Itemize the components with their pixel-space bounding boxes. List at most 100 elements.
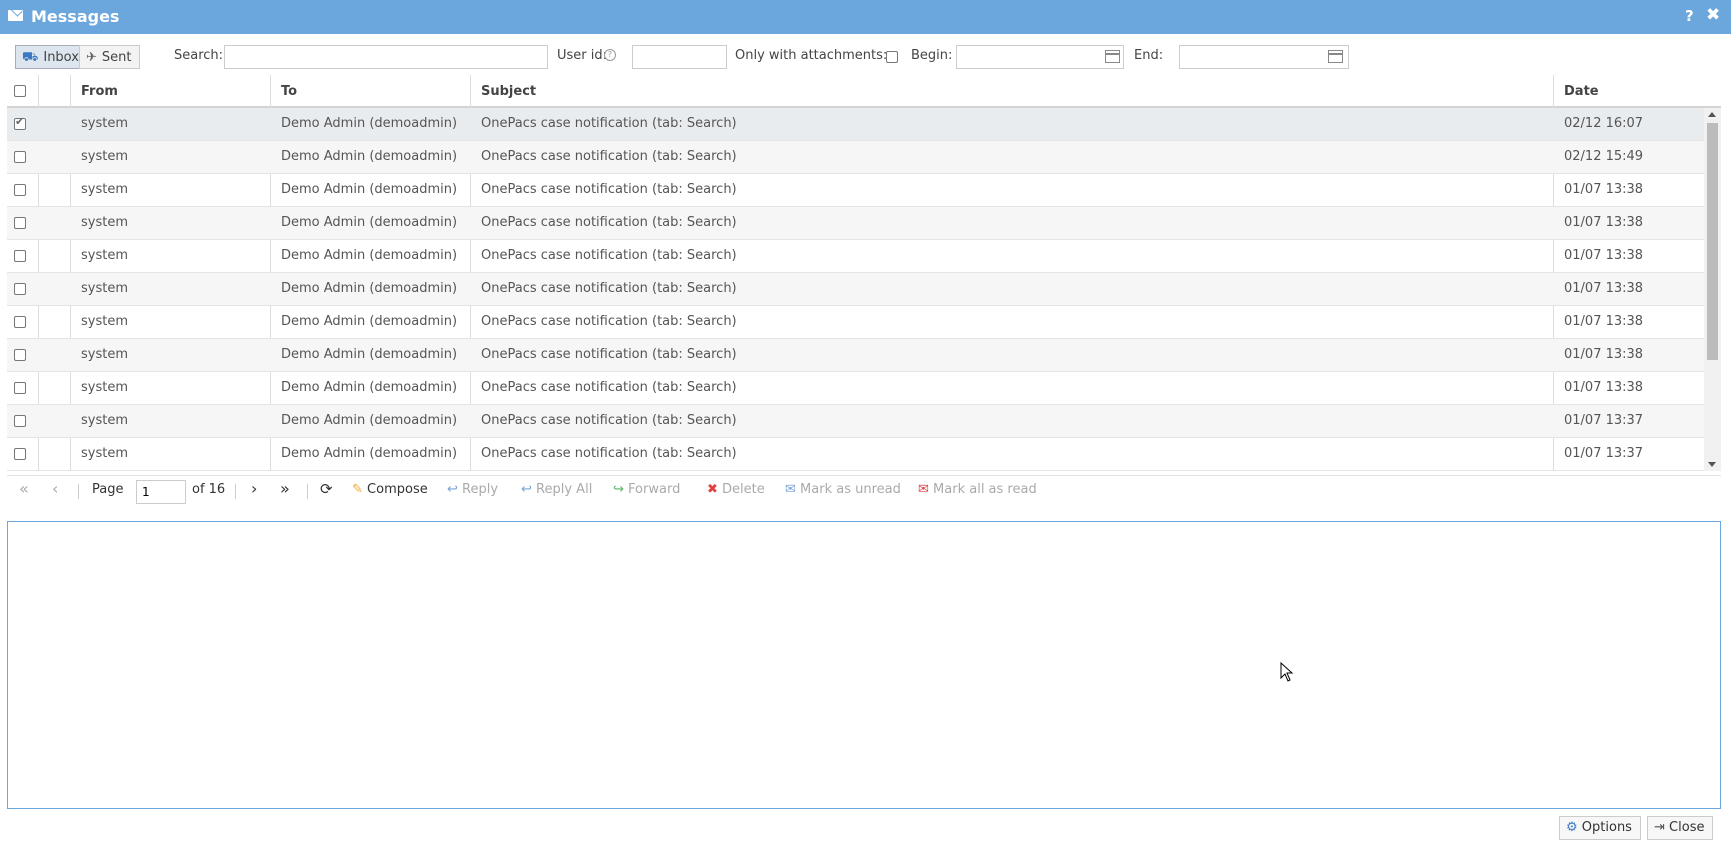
refresh-icon[interactable]: ⟳ <box>320 480 333 498</box>
mark-all-read-label: Mark all as read <box>933 482 1037 497</box>
column-header-date[interactable]: Date <box>1564 84 1599 99</box>
mark-all-read-button[interactable]: ✉ Mark all as read <box>918 482 1037 497</box>
table-row[interactable]: system Demo Admin (demoadmin) OnePacs case… <box>7 141 1704 174</box>
begin-label: Begin: <box>911 48 953 63</box>
inbox-icon: ⛟ <box>22 50 39 65</box>
cell-subject: OnePacs case notification (tab: Search) <box>481 116 737 131</box>
table-row[interactable]: system Demo Admin (demoadmin) OnePacs case… <box>7 108 1704 141</box>
cell-from: system <box>81 413 128 428</box>
cell-to: Demo Admin (demoadmin) <box>281 281 458 296</box>
row-checkbox[interactable] <box>14 415 26 427</box>
begin-date-input[interactable] <box>956 45 1124 69</box>
search-input[interactable] <box>224 45 548 69</box>
filter-toolbar: ⛟ Inbox ✈ Sent Search: User id: ? Only wit… <box>0 34 1731 74</box>
close-window-icon[interactable]: ✖ <box>1706 5 1720 25</box>
cell-from: system <box>81 314 128 329</box>
table-row[interactable]: system Demo Admin (demoadmin) OnePacs case… <box>7 372 1704 405</box>
attachments-checkbox[interactable] <box>886 51 898 63</box>
delete-icon: ✖ <box>707 482 718 497</box>
message-grid: From To Subject Date system Demo Admin (d… <box>7 75 1721 471</box>
cell-date: 02/12 15:49 <box>1564 149 1644 164</box>
table-row[interactable]: system Demo Admin (demoadmin) OnePacs case… <box>7 174 1704 207</box>
scroll-down-icon[interactable] <box>1708 462 1716 467</box>
forward-button[interactable]: ↪ Forward <box>613 482 680 497</box>
table-row[interactable]: system Demo Admin (demoadmin) OnePacs case… <box>7 240 1704 273</box>
table-row[interactable]: system Demo Admin (demoadmin) OnePacs case… <box>7 405 1704 438</box>
reply-all-icon: ↩ <box>521 482 532 497</box>
mouse-cursor-icon <box>1280 662 1294 682</box>
separator <box>307 484 308 499</box>
pager-toolbar: « ‹ Page of 16 › » ⟳ ✎ Compose ↩ Reply ↩… <box>7 475 1721 508</box>
mark-unread-button[interactable]: ✉ Mark as unread <box>785 482 901 497</box>
row-checkbox[interactable] <box>14 115 26 130</box>
table-row[interactable]: system Demo Admin (demoadmin) OnePacs case… <box>7 438 1704 471</box>
delete-button[interactable]: ✖ Delete <box>707 482 765 497</box>
options-label: Options <box>1581 820 1632 835</box>
select-all-checkbox[interactable] <box>14 85 26 97</box>
help-icon[interactable]: ? <box>1685 7 1694 25</box>
cell-date: 01/07 13:38 <box>1564 380 1644 395</box>
calendar-icon[interactable] <box>1105 50 1120 63</box>
scroll-thumb[interactable] <box>1707 123 1718 360</box>
reply-button[interactable]: ↩ Reply <box>447 482 498 497</box>
tab-sent-label: Sent <box>101 50 132 65</box>
row-checkbox[interactable] <box>14 151 26 163</box>
compose-label: Compose <box>367 482 428 497</box>
cell-date: 01/07 13:37 <box>1564 446 1644 461</box>
window-titlebar: Messages ? ✖ <box>0 0 1731 34</box>
cell-to: Demo Admin (demoadmin) <box>281 248 458 263</box>
reply-all-button[interactable]: ↩ Reply All <box>521 482 592 497</box>
table-row[interactable]: system Demo Admin (demoadmin) OnePacs case… <box>7 339 1704 372</box>
row-checkbox[interactable] <box>14 283 26 295</box>
row-checkbox[interactable] <box>14 448 26 460</box>
cell-to: Demo Admin (demoadmin) <box>281 446 458 461</box>
cell-from: system <box>81 347 128 362</box>
tab-inbox[interactable]: ⛟ Inbox <box>15 45 80 69</box>
forward-label: Forward <box>628 482 681 497</box>
cell-from: system <box>81 116 128 131</box>
close-button[interactable]: ⇥ Close <box>1647 816 1714 840</box>
window-title: Messages <box>31 7 120 26</box>
calendar-icon[interactable] <box>1328 50 1343 63</box>
cell-subject: OnePacs case notification (tab: Search) <box>481 182 737 197</box>
options-button[interactable]: ⚙ Options <box>1559 816 1641 840</box>
reply-all-label: Reply All <box>536 482 593 497</box>
page-number-input[interactable] <box>136 480 186 504</box>
help-circle-icon[interactable]: ? <box>604 49 616 61</box>
cell-to: Demo Admin (demoadmin) <box>281 314 458 329</box>
scroll-up-icon[interactable] <box>1708 112 1716 117</box>
envelope-open-icon: ✉ <box>918 482 929 497</box>
message-preview-pane[interactable] <box>7 521 1721 809</box>
row-checkbox[interactable] <box>14 250 26 262</box>
tab-sent[interactable]: ✈ Sent <box>79 45 140 69</box>
userid-input[interactable] <box>632 45 727 69</box>
end-date-input[interactable] <box>1179 45 1349 69</box>
table-row[interactable]: system Demo Admin (demoadmin) OnePacs case… <box>7 306 1704 339</box>
envelope-icon <box>8 10 23 21</box>
first-page-icon[interactable]: « <box>19 479 29 498</box>
page-count: of 16 <box>192 482 226 497</box>
row-checkbox[interactable] <box>14 184 26 196</box>
cell-to: Demo Admin (demoadmin) <box>281 347 458 362</box>
row-checkbox[interactable] <box>14 349 26 361</box>
table-row[interactable]: system Demo Admin (demoadmin) OnePacs case… <box>7 273 1704 306</box>
separator <box>235 484 236 499</box>
next-page-icon[interactable]: › <box>251 479 257 498</box>
compose-icon: ✎ <box>352 482 363 497</box>
column-header-from[interactable]: From <box>81 84 118 99</box>
table-row[interactable]: system Demo Admin (demoadmin) OnePacs case… <box>7 207 1704 240</box>
row-checkbox[interactable] <box>14 382 26 394</box>
close-label: Close <box>1669 820 1705 835</box>
compose-button[interactable]: ✎ Compose <box>352 482 428 497</box>
cell-date: 01/07 13:38 <box>1564 248 1644 263</box>
column-header-to[interactable]: To <box>281 84 297 99</box>
column-header-subject[interactable]: Subject <box>481 84 536 99</box>
cell-from: system <box>81 281 128 296</box>
last-page-icon[interactable]: » <box>280 479 290 498</box>
cell-subject: OnePacs case notification (tab: Search) <box>481 446 737 461</box>
row-checkbox[interactable] <box>14 217 26 229</box>
row-checkbox[interactable] <box>14 316 26 328</box>
paper-plane-icon: ✈ <box>86 50 97 65</box>
prev-page-icon[interactable]: ‹ <box>52 479 58 498</box>
grid-scrollbar[interactable] <box>1704 108 1721 471</box>
